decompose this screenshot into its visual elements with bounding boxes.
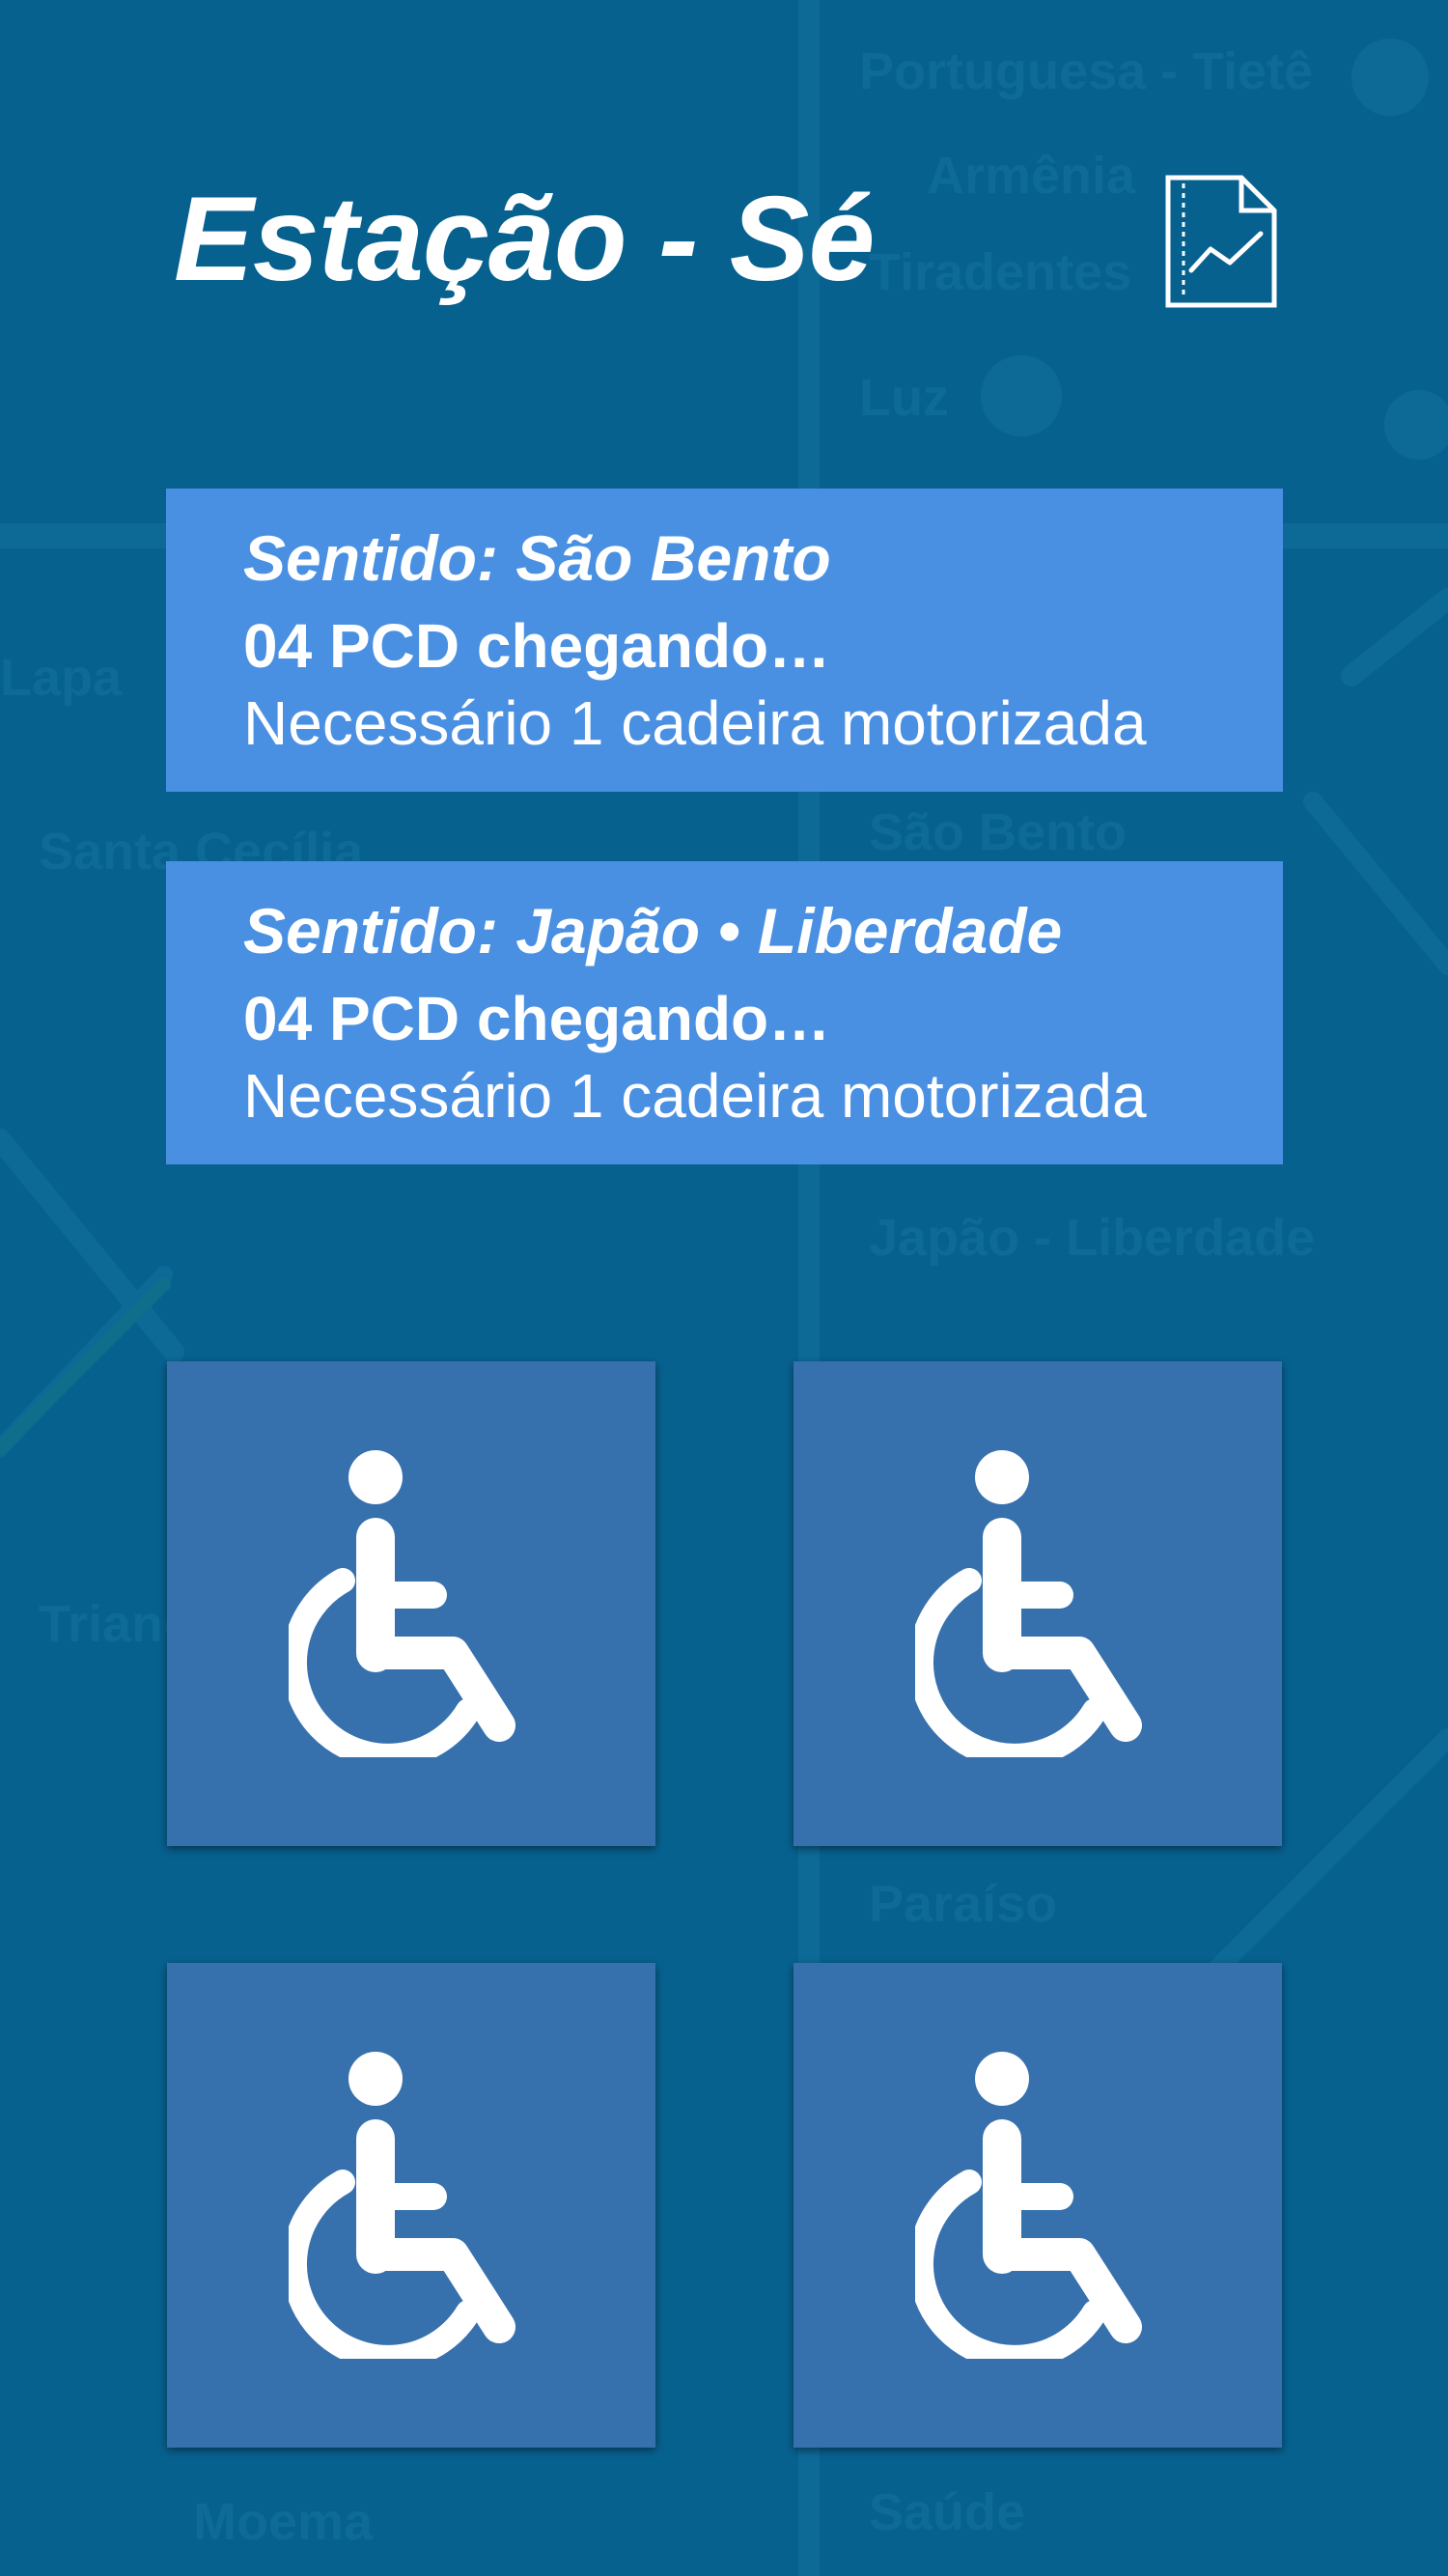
svg-text:Armênia: Armênia [927,147,1136,205]
wheelchair-tile[interactable] [167,1361,655,1846]
svg-text:Paraíso: Paraíso [869,1875,1057,1933]
wheelchair-icon [289,1450,515,1757]
requirement-text: Necessário 1 cadeira motorizada [243,1061,1147,1131]
wheelchair-icon [915,2052,1142,2359]
svg-text:Portuguesa - Tietê: Portuguesa - Tietê [859,42,1313,100]
direction-label: Sentido: Japão • Liberdade [243,895,1063,966]
wheelchair-tile[interactable] [794,1361,1282,1846]
pcd-arrival-text: 04 PCD chegando… [243,611,831,681]
svg-text:Moema: Moema [193,2493,374,2551]
direction-card-japao-liberdade[interactable]: Sentido: Japão • Liberdade 04 PCD chegan… [166,861,1283,1164]
svg-text:Luz: Luz [859,369,949,427]
wheelchair-tile[interactable] [167,1963,655,2448]
wheelchair-icon [915,1450,1142,1757]
wheelchair-icon [289,2052,515,2359]
page-title: Estação - Sé [174,173,875,306]
svg-text:Tiradentes: Tiradentes [869,243,1131,301]
svg-text:Saúde: Saúde [869,2483,1025,2541]
svg-text:Japão - Liberdade: Japão - Liberdade [869,1209,1315,1267]
report-button[interactable] [1164,174,1280,309]
direction-card-sao-bento[interactable]: Sentido: São Bento 04 PCD chegando… Nece… [166,489,1283,792]
requirement-text: Necessário 1 cadeira motorizada [243,688,1147,758]
direction-label: Sentido: São Bento [243,522,831,594]
pcd-arrival-text: 04 PCD chegando… [243,984,831,1053]
wheelchair-tile[interactable] [794,1963,1282,2448]
svg-text:Lapa: Lapa [0,649,123,707]
svg-text:São Bento: São Bento [869,803,1127,861]
chart-document-icon [1165,175,1277,308]
